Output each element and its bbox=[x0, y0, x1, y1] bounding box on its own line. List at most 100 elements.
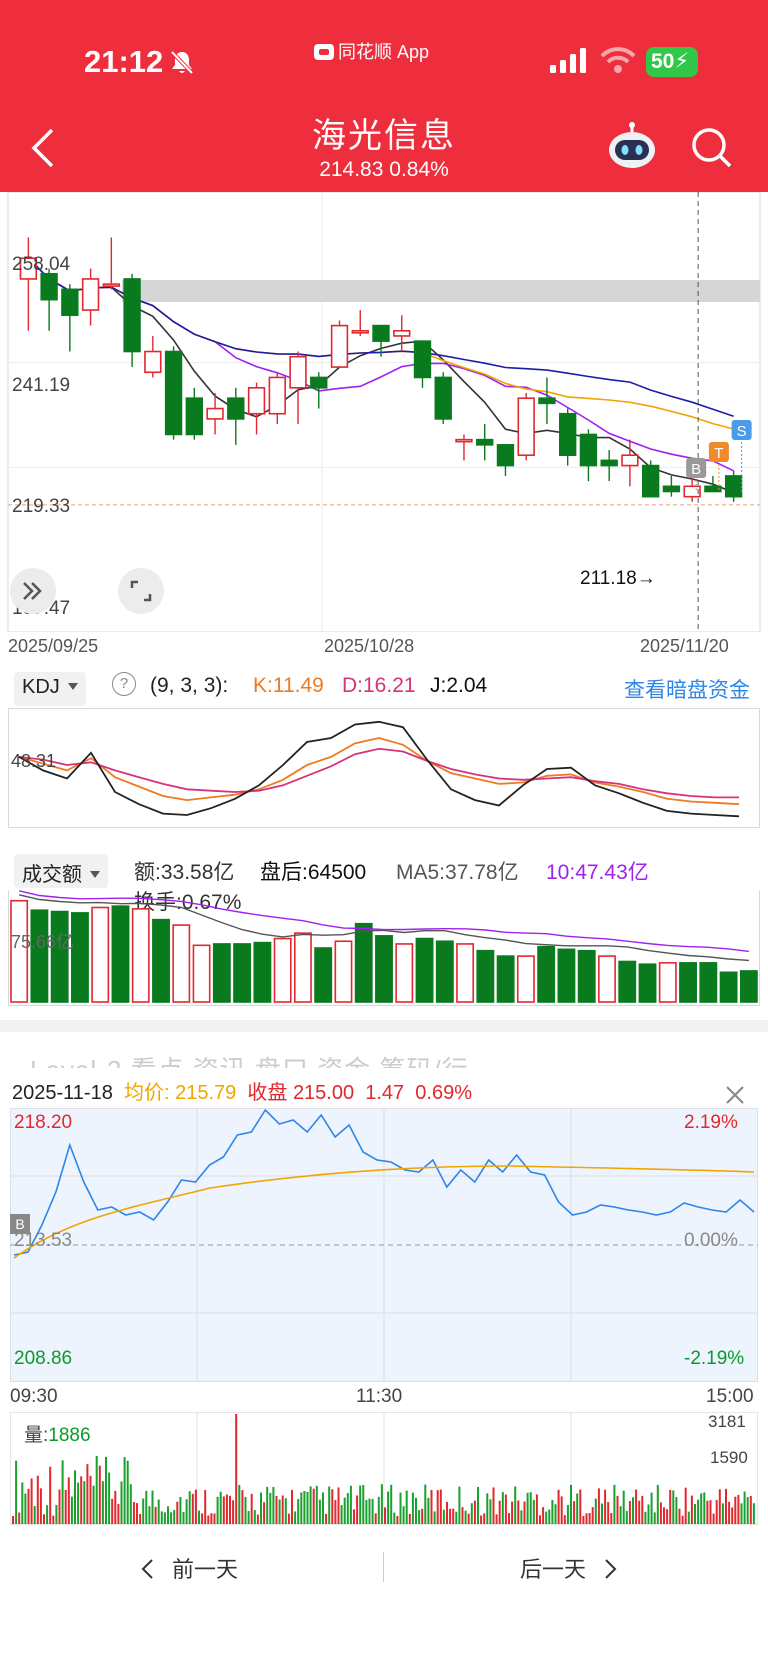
intraday-volume-bar bbox=[535, 1494, 538, 1524]
volume-label-text: 量: bbox=[24, 1425, 49, 1446]
intraday-volume-bar bbox=[455, 1511, 458, 1524]
avg-price-label: 均价: bbox=[123, 1082, 170, 1104]
intraday-volume-bar bbox=[597, 1488, 600, 1524]
intraday-header: 2025-11-18 均价: 215.79 收盘 215.00 1.47 0.6… bbox=[12, 1076, 472, 1105]
intraday-volume-bar bbox=[201, 1513, 204, 1524]
intraday-volume-bar bbox=[55, 1504, 58, 1524]
volume-bar bbox=[658, 962, 677, 1003]
close-icon[interactable] bbox=[724, 1084, 746, 1106]
candle-body bbox=[517, 397, 535, 457]
volume-bar bbox=[476, 949, 495, 1003]
intraday-volume-bar bbox=[219, 1491, 222, 1524]
candle-body bbox=[455, 438, 473, 443]
intraday-volume-bar bbox=[105, 1456, 107, 1524]
candle-body bbox=[621, 454, 639, 467]
double-chevron-right-icon bbox=[23, 582, 42, 600]
next-day-button[interactable]: 后一天 bbox=[520, 1552, 618, 1584]
dark-pool-link[interactable]: 查看暗盘资金 bbox=[624, 674, 750, 704]
intraday-volume-bar bbox=[427, 1497, 430, 1524]
intraday-volume-bar bbox=[405, 1490, 408, 1524]
trade-badge-s: S bbox=[731, 420, 752, 440]
intraday-volume-bar bbox=[359, 1485, 362, 1524]
search-icon[interactable] bbox=[690, 126, 734, 170]
volume-bar bbox=[516, 955, 535, 1003]
intraday-volume-bar bbox=[498, 1500, 501, 1524]
candle-body bbox=[310, 376, 328, 389]
volume-bar bbox=[50, 910, 69, 1003]
kdj-selector-label: KDJ bbox=[22, 676, 60, 698]
intraday-volume-bar bbox=[703, 1492, 706, 1524]
prev-day-button[interactable]: 前一天 bbox=[140, 1552, 238, 1584]
time-label: 11:30 bbox=[356, 1386, 403, 1407]
kdj-chart[interactable] bbox=[9, 709, 759, 827]
kdj-k-value: K:11.49 bbox=[253, 674, 324, 697]
robot-assistant-icon[interactable] bbox=[606, 122, 658, 172]
intraday-volume-bar bbox=[619, 1506, 622, 1524]
fullscreen-button[interactable] bbox=[118, 568, 164, 614]
intraday-volume-bar bbox=[393, 1512, 396, 1524]
intraday-volume-bar bbox=[374, 1513, 377, 1524]
intraday-volume-bar bbox=[439, 1489, 442, 1524]
intraday-volume-bar bbox=[721, 1503, 724, 1524]
intraday-volume-bar bbox=[436, 1490, 439, 1524]
intraday-volume-bar bbox=[39, 1488, 42, 1524]
intraday-volume-bar bbox=[43, 1514, 45, 1524]
volume-axis-label: 75.66亿 bbox=[11, 932, 75, 952]
intraday-volume-bar bbox=[111, 1498, 114, 1524]
intraday-volume-bar bbox=[194, 1489, 197, 1524]
intraday-volume-bar bbox=[430, 1489, 433, 1524]
volume-chart[interactable] bbox=[9, 890, 759, 1004]
intraday-volume-bar bbox=[334, 1500, 337, 1524]
intraday-volume-bar bbox=[108, 1472, 111, 1524]
intraday-volume-bar bbox=[272, 1487, 275, 1524]
intraday-volume-bar bbox=[607, 1502, 610, 1524]
candle-body bbox=[164, 350, 183, 436]
volume-bar bbox=[638, 963, 657, 1003]
intraday-pct-low: -2.19% bbox=[684, 1348, 745, 1369]
candlestick-chart[interactable]: BTS bbox=[0, 192, 768, 632]
candle-body bbox=[206, 407, 224, 420]
intraday-volume-bar bbox=[306, 1491, 309, 1524]
intraday-volume-bar bbox=[461, 1507, 464, 1524]
intraday-volume-bar bbox=[529, 1492, 532, 1524]
intraday-volume-bar bbox=[470, 1503, 473, 1524]
intraday-price-chart[interactable] bbox=[10, 1108, 758, 1382]
volume-bar bbox=[233, 943, 252, 1003]
intraday-volume-bar bbox=[681, 1515, 684, 1524]
expand-chart-button[interactable] bbox=[10, 568, 56, 614]
volume-bar bbox=[293, 932, 312, 1003]
svg-text:T: T bbox=[714, 445, 723, 462]
after-hours-volume: 盘后:64500 bbox=[260, 861, 367, 884]
intraday-volume-bar bbox=[114, 1490, 117, 1524]
help-icon[interactable]: ? bbox=[112, 672, 136, 696]
volume-selector-label: 成交额 bbox=[22, 864, 82, 886]
intraday-volume-bar bbox=[151, 1490, 154, 1524]
intraday-volume-bar bbox=[725, 1488, 727, 1524]
chart-frame bbox=[7, 192, 761, 632]
volume-bar bbox=[496, 955, 515, 1003]
intraday-volume-bar bbox=[715, 1500, 718, 1524]
volume-selector[interactable]: 成交额 bbox=[14, 854, 108, 888]
intraday-volume-bar bbox=[672, 1490, 675, 1524]
candle-body bbox=[227, 397, 245, 420]
candle-body bbox=[144, 350, 162, 374]
y-axis-label: 258.04 bbox=[12, 254, 71, 275]
buy-badge: B bbox=[10, 1214, 30, 1234]
intraday-volume-bar bbox=[312, 1488, 315, 1524]
candle-body bbox=[538, 397, 556, 405]
section-divider bbox=[0, 1020, 768, 1032]
volume-bar bbox=[71, 912, 89, 1003]
intraday-volume-bar bbox=[238, 1484, 241, 1524]
kdj-d-value: D:16.21 bbox=[342, 674, 416, 697]
intraday-volume-bar bbox=[229, 1495, 231, 1524]
nav-divider bbox=[383, 1552, 384, 1582]
intraday-volume-bar bbox=[263, 1502, 266, 1524]
prev-day-label: 前一天 bbox=[172, 1557, 239, 1582]
intraday-volume-bar bbox=[225, 1494, 228, 1524]
intraday-volume-bar bbox=[396, 1515, 399, 1524]
svg-text:S: S bbox=[737, 423, 747, 440]
avg-price: 215.79 bbox=[175, 1082, 237, 1104]
candle-body bbox=[268, 376, 286, 415]
intraday-volume-bar bbox=[504, 1494, 507, 1524]
kdj-selector[interactable]: KDJ bbox=[14, 672, 86, 706]
